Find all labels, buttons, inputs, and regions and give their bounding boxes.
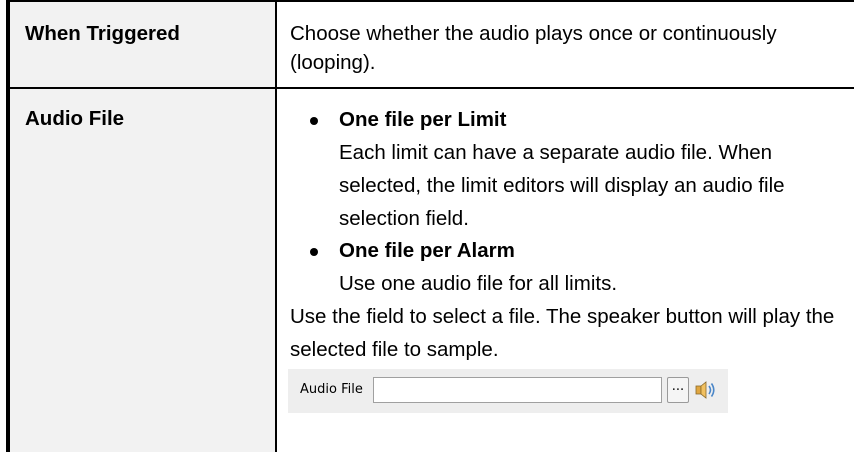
browse-button[interactable]: ... [667, 377, 689, 404]
list-item: One file per Limit Each limit can have a… [290, 104, 848, 235]
table-row: When Triggered Choose whether the audio … [6, 0, 854, 90]
audio-file-input[interactable] [373, 377, 662, 404]
bullet-icon [310, 117, 318, 126]
audio-file-field-screenshot: Audio File ... [288, 369, 728, 414]
property-description-cell: One file per Limit Each limit can have a… [276, 88, 854, 452]
property-table: When Triggered Choose whether the audio … [6, 0, 854, 452]
bullet-icon [310, 248, 318, 257]
option-text: Use one audio file for all limits. [339, 272, 618, 296]
property-description: Choose whether the audio plays once or c… [276, 0, 854, 90]
field-label: Audio File [300, 382, 363, 398]
usage-text: Use the field to select a file. The spea… [290, 305, 835, 362]
table-row: Audio File One file per Limit Each limit… [6, 88, 854, 452]
property-name: When Triggered [6, 0, 277, 90]
option-text: Each limit can have a separate audio fil… [339, 141, 785, 231]
list-item: One file per Alarm Use one audio file fo… [290, 235, 848, 300]
option-list: One file per Limit Each limit can have a… [290, 104, 848, 300]
option-title: One file per Limit [339, 108, 507, 132]
speaker-icon[interactable] [694, 379, 718, 401]
option-title: One file per Alarm [339, 239, 515, 263]
property-name: Audio File [6, 88, 277, 452]
